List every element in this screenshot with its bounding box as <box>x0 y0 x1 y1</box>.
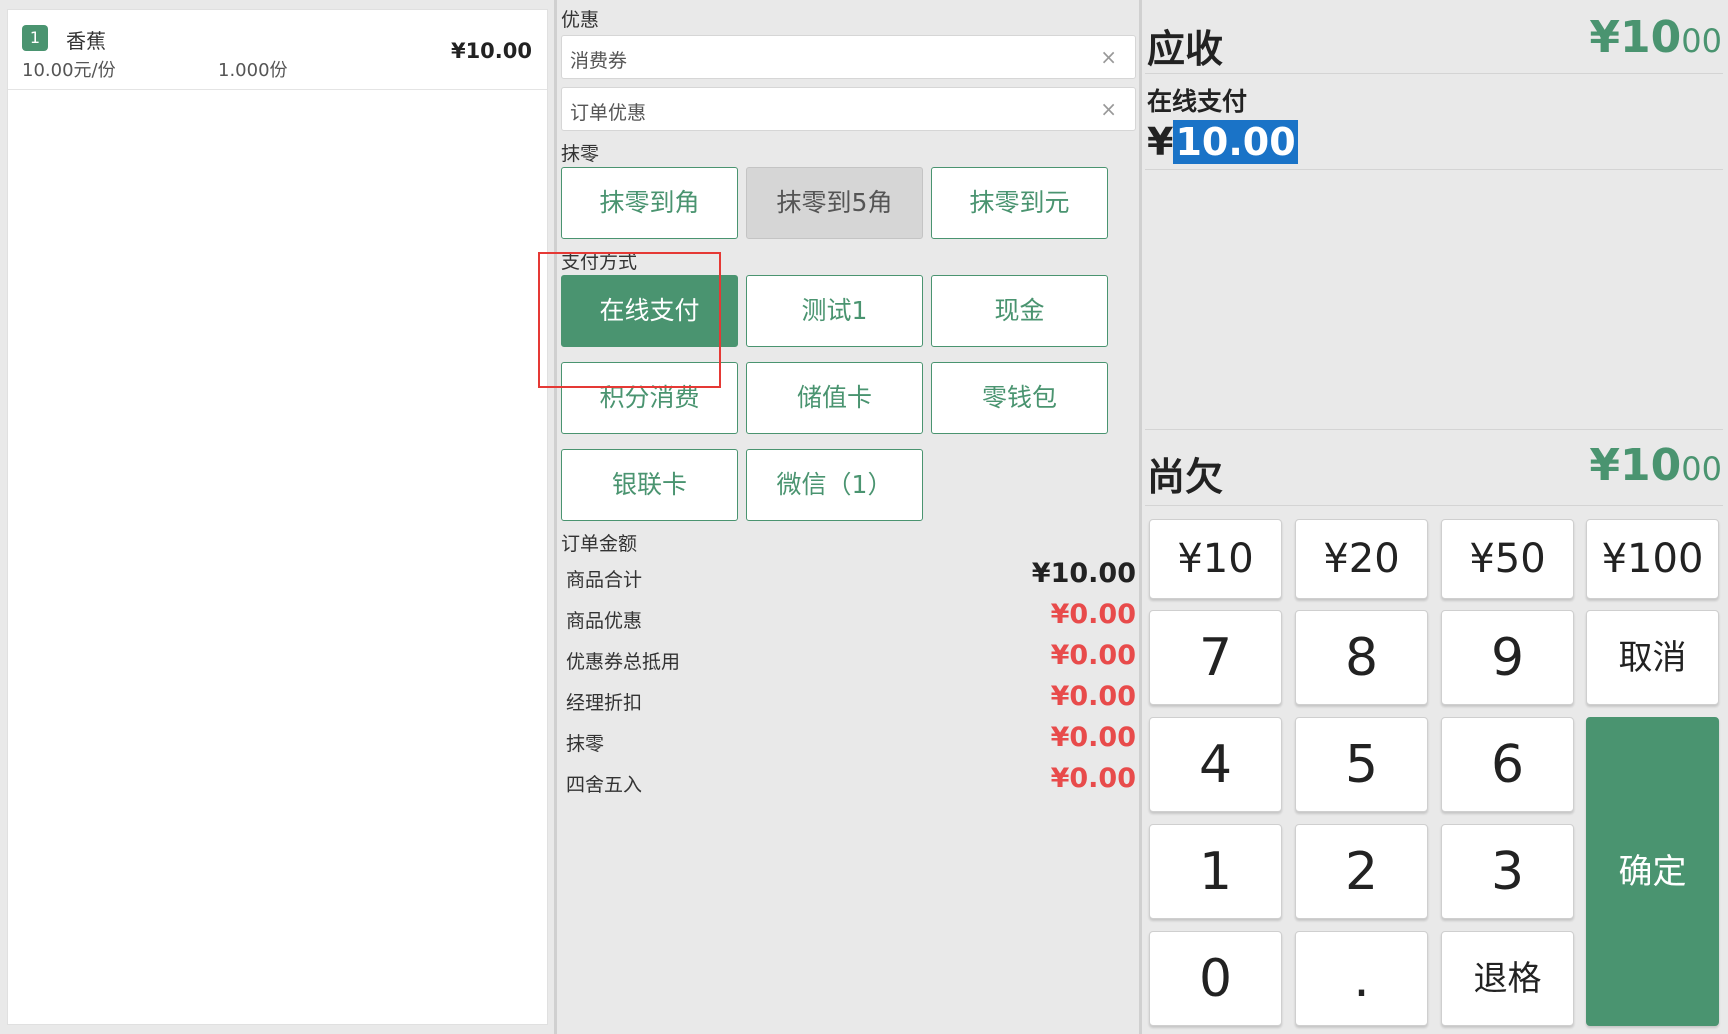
round-to-jiao-button[interactable]: 抹零到角 <box>561 167 738 239</box>
pay-wechat-button[interactable]: 微信（1） <box>746 449 923 521</box>
round-to-yuan-button[interactable]: 抹零到元 <box>931 167 1108 239</box>
item-total: ¥10.00 <box>450 39 532 63</box>
quick-amount-100-button[interactable]: ¥100 <box>1586 519 1719 599</box>
cart-item-row[interactable]: 1 香蕉 10.00元/份 1.000份 ¥10.00 <box>8 10 547 90</box>
round-to-5jiao-button[interactable]: 抹零到5角 <box>746 167 923 239</box>
discount-section-label: 优惠 <box>561 9 600 31</box>
online-pay-input[interactable]: ¥10.00 <box>1147 120 1298 164</box>
key-4[interactable]: 4 <box>1149 717 1282 812</box>
coupon-total-value: ¥0.00 <box>1050 640 1136 671</box>
quick-amount-20-button[interactable]: ¥20 <box>1295 519 1428 599</box>
pay-cash-button[interactable]: 现金 <box>931 275 1108 347</box>
owed-label: 尚欠 <box>1147 455 1224 499</box>
manager-discount-label: 经理折扣 <box>566 692 643 714</box>
quick-amount-50-button[interactable]: ¥50 <box>1441 519 1574 599</box>
goods-discount-label: 商品优惠 <box>566 610 643 632</box>
order-discount-placeholder: 订单优惠 <box>570 102 647 124</box>
item-quantity: 1.000份 <box>218 60 288 81</box>
owed-amount: ¥1000 <box>1589 440 1722 491</box>
goods-total-value: ¥10.00 <box>1031 558 1136 589</box>
cart-panel: 1 香蕉 10.00元/份 1.000份 ¥10.00 <box>7 9 548 1025</box>
online-pay-label: 在线支付 <box>1147 87 1248 116</box>
key-2[interactable]: 2 <box>1295 824 1428 919</box>
manager-discount-value: ¥0.00 <box>1050 681 1136 712</box>
pay-stored-card-button[interactable]: 储值卡 <box>746 362 923 434</box>
confirm-button[interactable]: 确定 <box>1586 717 1719 1026</box>
pay-wallet-button[interactable]: 零钱包 <box>931 362 1108 434</box>
owed-int: 10 <box>1620 440 1682 491</box>
online-pay-value: 10.00 <box>1173 120 1298 164</box>
coupon-field[interactable]: 消费券 × <box>561 35 1136 79</box>
coupon-total-label: 优惠券总抵用 <box>566 651 681 673</box>
rounding-section-label: 抹零 <box>561 143 600 165</box>
key-9[interactable]: 9 <box>1441 610 1574 705</box>
receivable-label: 应收 <box>1147 27 1224 71</box>
panel-divider <box>554 0 557 1034</box>
coupon-placeholder: 消费券 <box>570 50 628 72</box>
receivable-amount: ¥1000 <box>1589 12 1722 63</box>
order-amount-section-label: 订单金额 <box>561 533 638 555</box>
online-pay-currency: ¥ <box>1147 120 1174 164</box>
divider <box>1145 429 1723 430</box>
owed-yen: ¥ <box>1589 440 1621 491</box>
quick-amount-10-button[interactable]: ¥10 <box>1149 519 1282 599</box>
receivable-cents: 00 <box>1681 22 1722 60</box>
goods-discount-value: ¥0.00 <box>1050 599 1136 630</box>
key-8[interactable]: 8 <box>1295 610 1428 705</box>
key-0[interactable]: 0 <box>1149 931 1282 1026</box>
key-3[interactable]: 3 <box>1441 824 1574 919</box>
panel-divider <box>1139 0 1142 1034</box>
backspace-button[interactable]: 退格 <box>1441 931 1574 1026</box>
receivable-int: 10 <box>1620 12 1682 63</box>
rounding-off-value: ¥0.00 <box>1050 722 1136 753</box>
key-7[interactable]: 7 <box>1149 610 1282 705</box>
divider <box>1145 505 1723 506</box>
key-decimal[interactable]: . <box>1295 931 1428 1026</box>
pay-unionpay-button[interactable]: 银联卡 <box>561 449 738 521</box>
goods-total-label: 商品合计 <box>566 569 643 591</box>
clear-order-discount-icon[interactable]: × <box>1100 97 1117 121</box>
divider <box>1145 73 1723 74</box>
item-unit-price: 10.00元/份 <box>22 60 116 81</box>
order-discount-field[interactable]: 订单优惠 × <box>561 87 1136 131</box>
key-1[interactable]: 1 <box>1149 824 1282 919</box>
round-half-up-value: ¥0.00 <box>1050 763 1136 794</box>
rounding-off-label: 抹零 <box>566 733 605 755</box>
round-half-up-label: 四舍五入 <box>566 774 643 796</box>
receivable-yen: ¥ <box>1589 12 1621 63</box>
owed-cents: 00 <box>1681 450 1722 488</box>
divider <box>1145 169 1723 170</box>
clear-coupon-icon[interactable]: × <box>1100 45 1117 69</box>
cancel-button[interactable]: 取消 <box>1586 610 1719 705</box>
item-index-badge: 1 <box>22 25 48 51</box>
pay-test1-button[interactable]: 测试1 <box>746 275 923 347</box>
key-6[interactable]: 6 <box>1441 717 1574 812</box>
key-5[interactable]: 5 <box>1295 717 1428 812</box>
annotation-highlight-box <box>538 252 721 388</box>
item-name: 香蕉 <box>66 29 106 53</box>
